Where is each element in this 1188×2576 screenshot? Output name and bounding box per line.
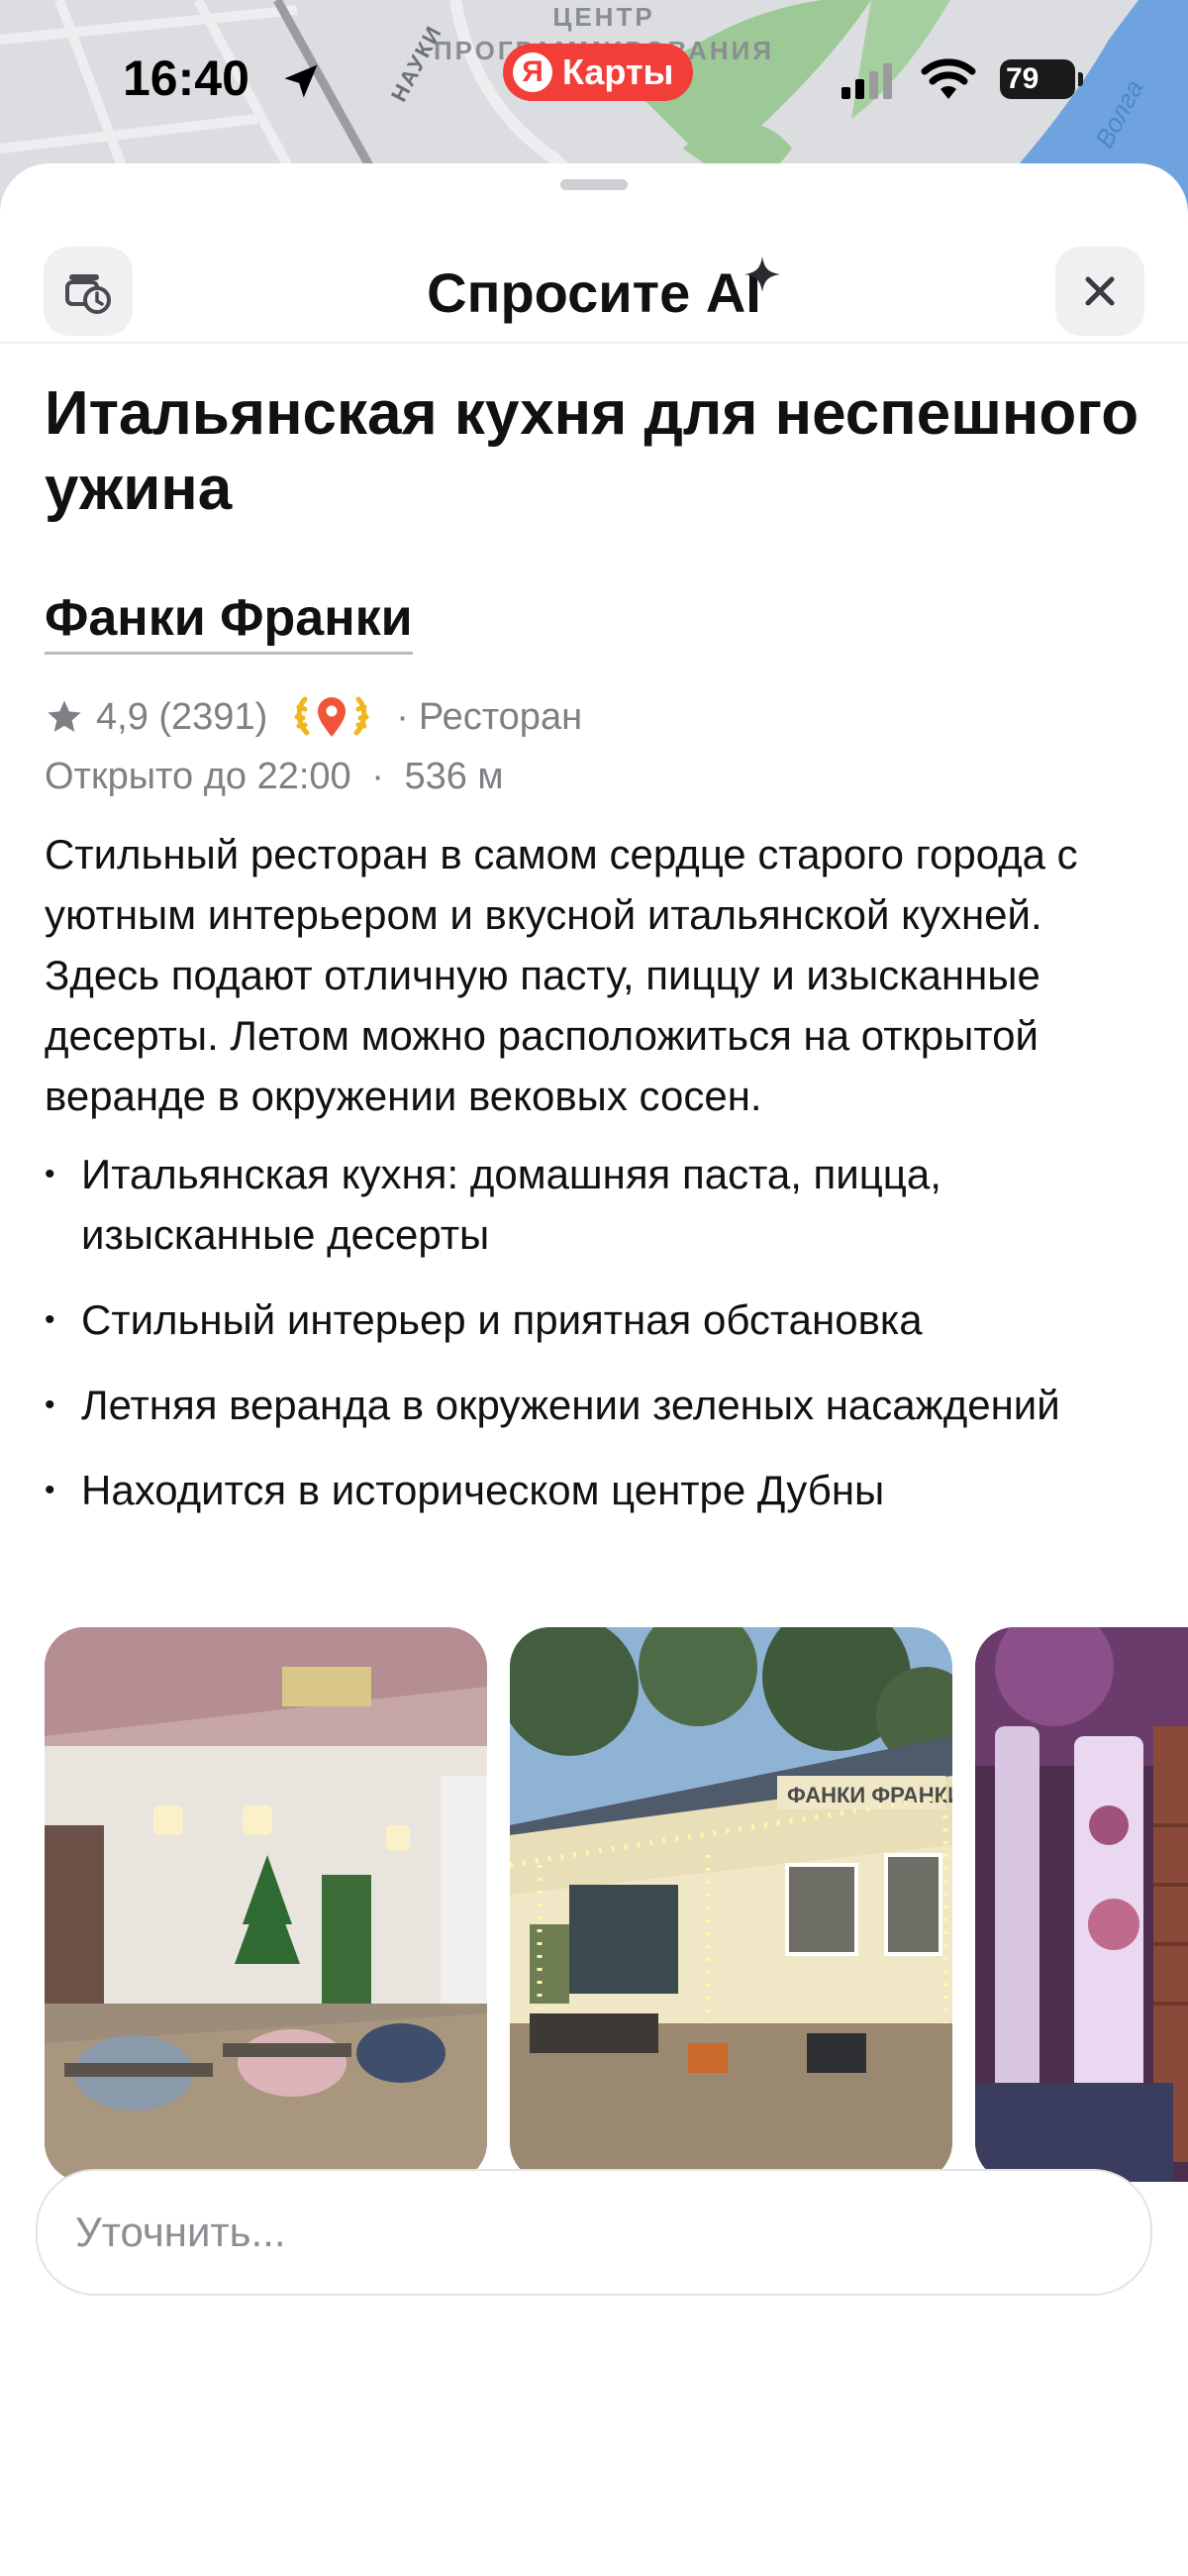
location-arrow-icon xyxy=(284,64,318,98)
list-item: Находится в историческом центре Дубны xyxy=(45,1460,1143,1520)
list-item: Стильный интерьер и приятная обстановка xyxy=(45,1289,1143,1350)
cellular-signal-icon xyxy=(842,63,892,99)
place-distance: 536 м xyxy=(404,756,504,797)
sheet-header: Спросите AI xyxy=(0,203,1188,342)
place-name-link[interactable]: Фанки Франки xyxy=(45,588,413,655)
header-divider xyxy=(0,342,1188,344)
list-item: Итальянская кухня: домашняя паста, пицца… xyxy=(45,1144,1143,1265)
meta-separator: · xyxy=(396,695,409,738)
place-hours-row: Открыто до 22:00 · 536 м xyxy=(45,756,1143,798)
opening-hours: Открыто до 22:00 xyxy=(45,756,351,797)
photo-interior[interactable] xyxy=(45,1627,487,2182)
close-icon xyxy=(1085,276,1115,306)
list-item: Летняя веранда в окружении зеленых насаж… xyxy=(45,1375,1143,1435)
ai-answer: Итальянская кухня для неспешного ужина Ф… xyxy=(45,376,1143,1545)
star-icon xyxy=(48,700,81,732)
status-bar: 16:40 Я Карты 79 xyxy=(0,0,1188,158)
photo-exterior[interactable]: ФАНКИ ФРАНКИ xyxy=(510,1627,952,2182)
sparkle-icon xyxy=(744,257,780,292)
photo-sign-text: ФАНКИ ФРАНКИ xyxy=(787,1783,952,1807)
hidden-continuation-text xyxy=(45,2303,1143,2342)
refine-input[interactable] xyxy=(36,2169,1152,2296)
sheet-grabber[interactable] xyxy=(560,179,628,190)
place-rating-row: 4,9 (2391) · Ресторан xyxy=(45,692,1143,742)
place-category: Ресторан xyxy=(418,695,583,738)
rating-value: 4,9 (2391) xyxy=(96,695,268,738)
meta-separator: · xyxy=(371,756,384,797)
close-button[interactable] xyxy=(1055,247,1144,336)
wifi-icon xyxy=(921,58,976,99)
sheet-title: Спросите AI xyxy=(427,261,761,324)
yandex-logo-icon: Я xyxy=(513,52,552,92)
award-laurel-icon xyxy=(294,696,369,737)
answer-headline: Итальянская кухня для неспешного ужина xyxy=(45,379,1139,523)
feature-list: Итальянская кухня: домашняя паста, пицца… xyxy=(45,1144,1143,1520)
status-time: 16:40 xyxy=(123,51,249,106)
app-return-pill[interactable]: Я Карты xyxy=(503,44,694,101)
app-name: Карты xyxy=(562,52,674,92)
photo-decor[interactable] xyxy=(975,1627,1188,2182)
battery-icon: 79 xyxy=(1000,59,1083,99)
place-description: Стильный ресторан в самом сердце старого… xyxy=(45,831,1078,1119)
photo-carousel[interactable]: ФАНКИ ФРАНКИ xyxy=(45,1627,1188,2182)
